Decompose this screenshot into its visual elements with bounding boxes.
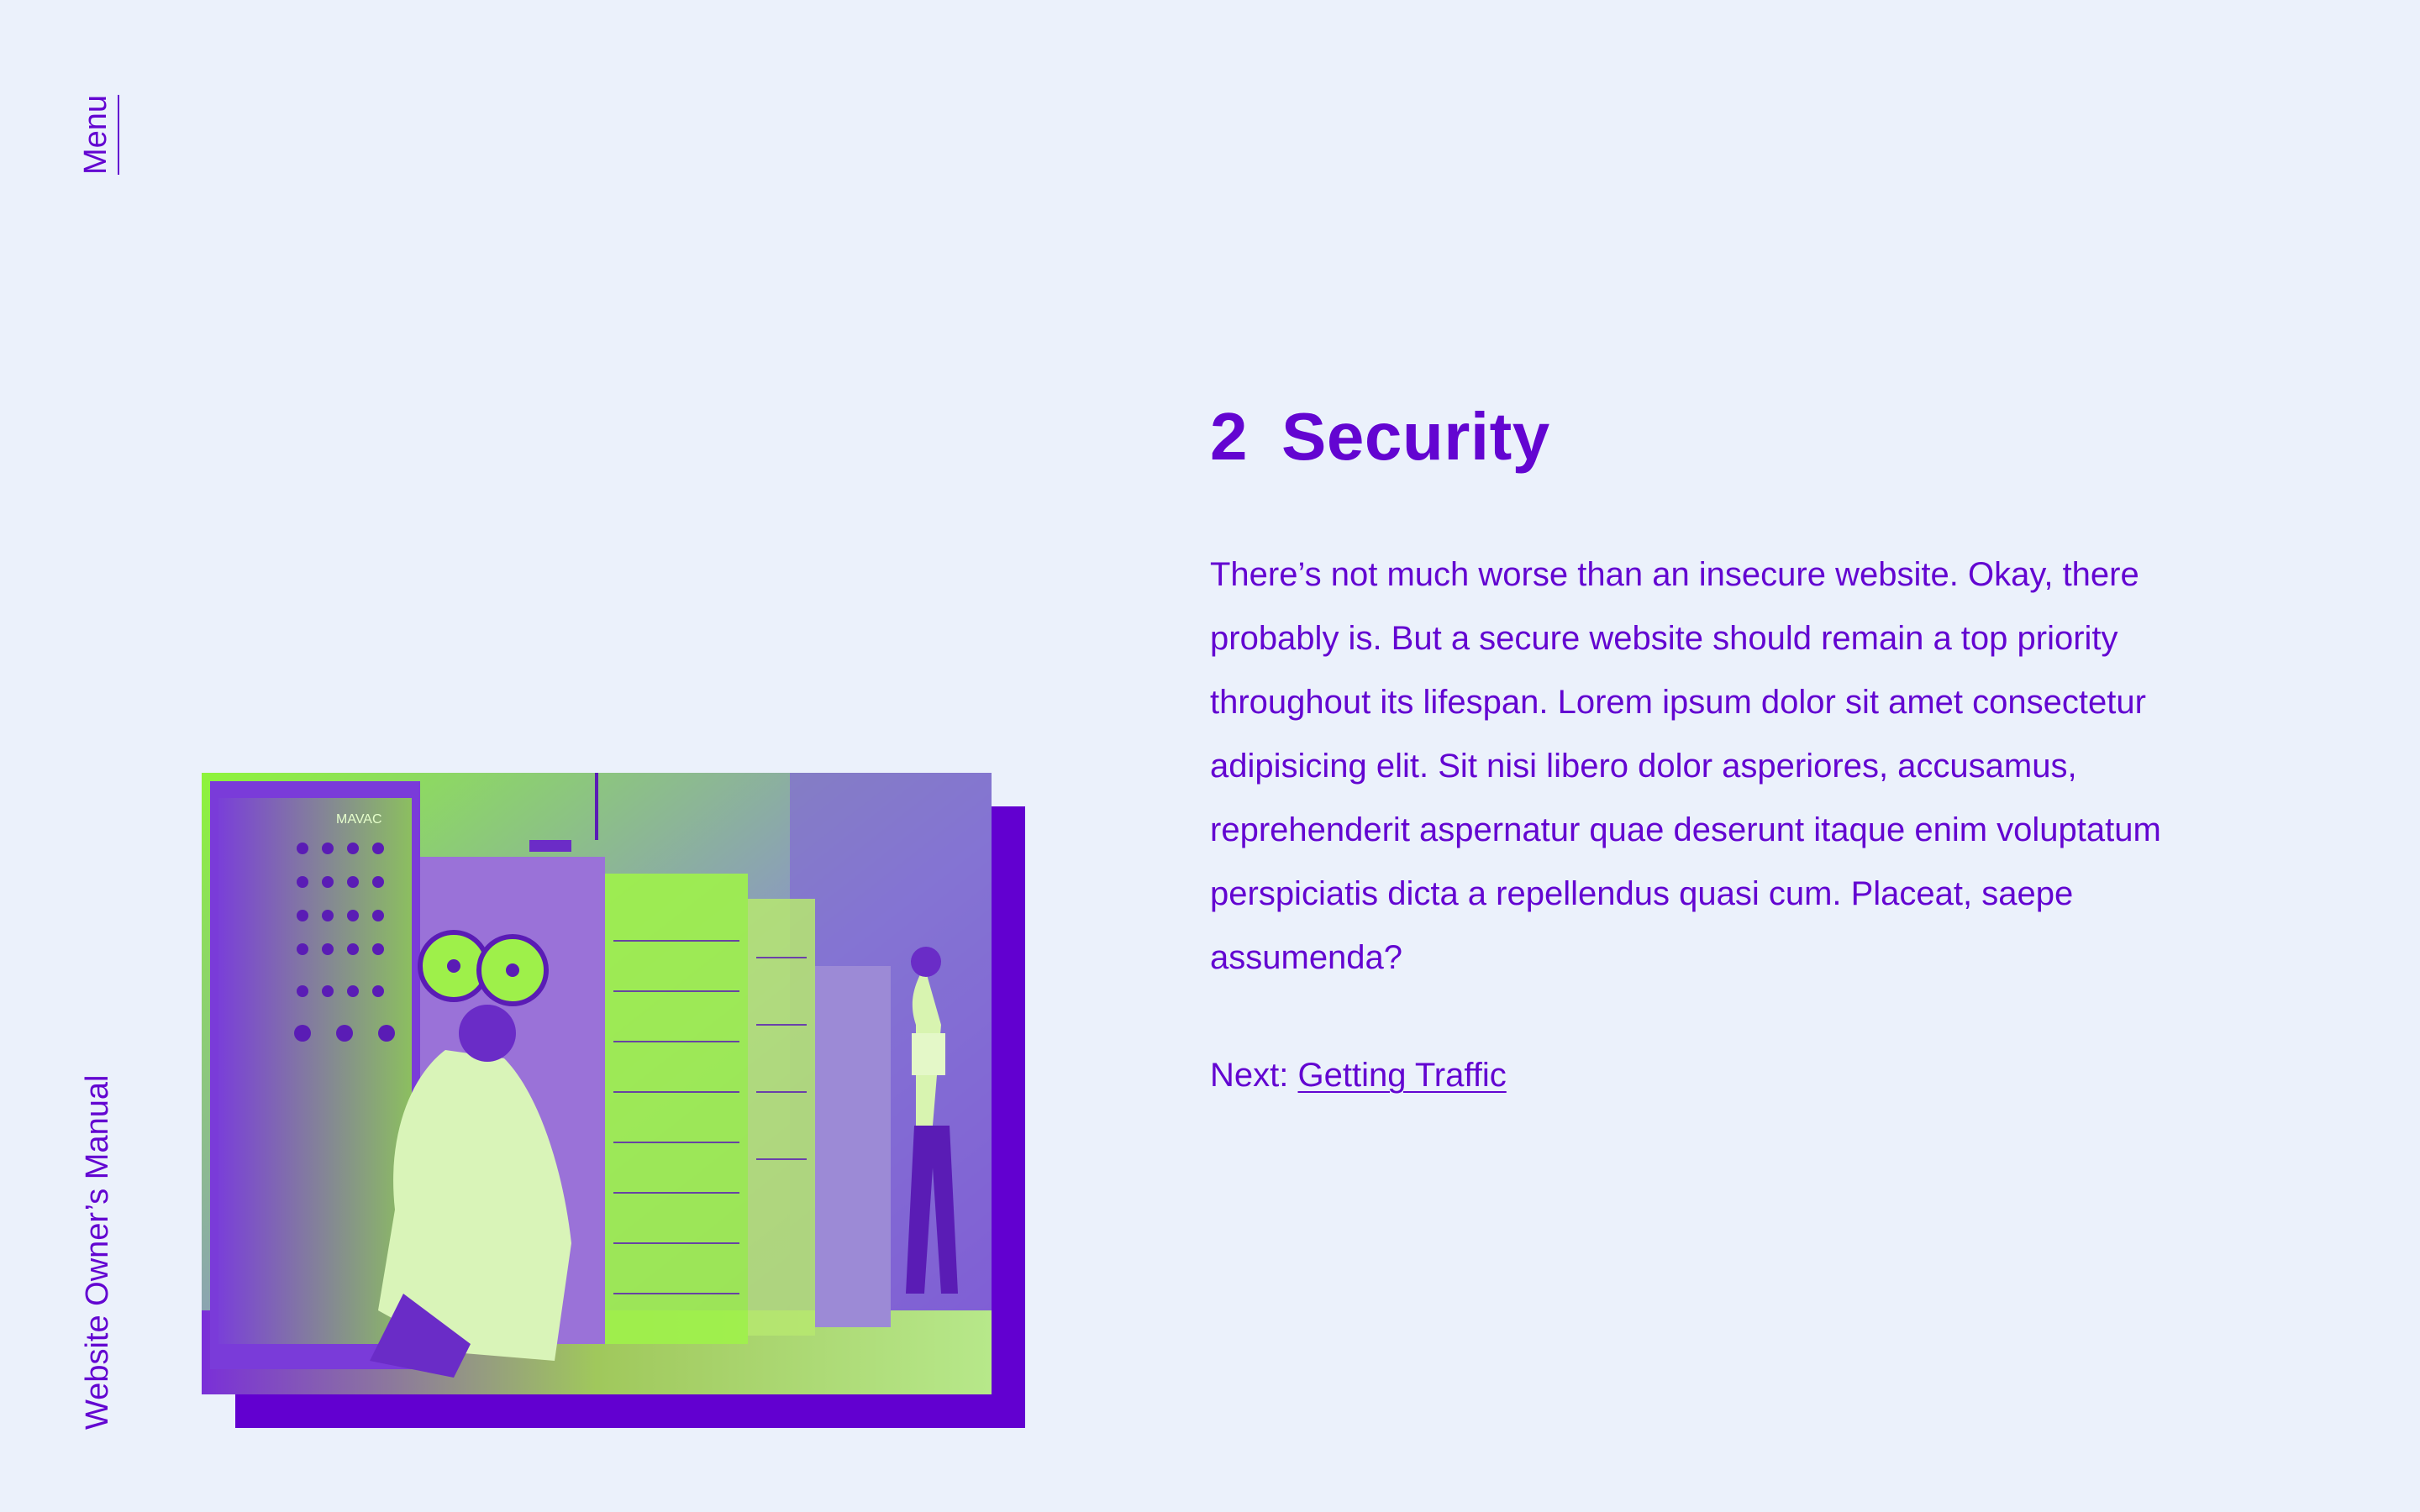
computer-room-photo: MAVAC bbox=[202, 773, 992, 1394]
hero-image: MAVAC bbox=[202, 773, 1025, 1428]
next-label: Next: bbox=[1210, 1057, 1289, 1094]
panel-label: MAVAC bbox=[336, 812, 382, 827]
next-chapter: Next: Getting Traffic bbox=[1210, 1050, 2252, 1100]
site-name: Website Owner’s Manual bbox=[80, 1074, 115, 1430]
chapter-body-text: There’s not much worse than an insecure … bbox=[1210, 556, 2161, 976]
chapter-number: 2 bbox=[1210, 399, 1248, 474]
page-title: 2 Security bbox=[1210, 395, 2252, 479]
chapter-content: 2 Security There’s not much worse than an… bbox=[1210, 395, 2252, 1100]
chapter-title: Security bbox=[1281, 399, 1550, 474]
next-chapter-link[interactable]: Getting Traffic bbox=[1297, 1057, 1506, 1094]
menu-link[interactable]: Menu bbox=[78, 82, 113, 175]
